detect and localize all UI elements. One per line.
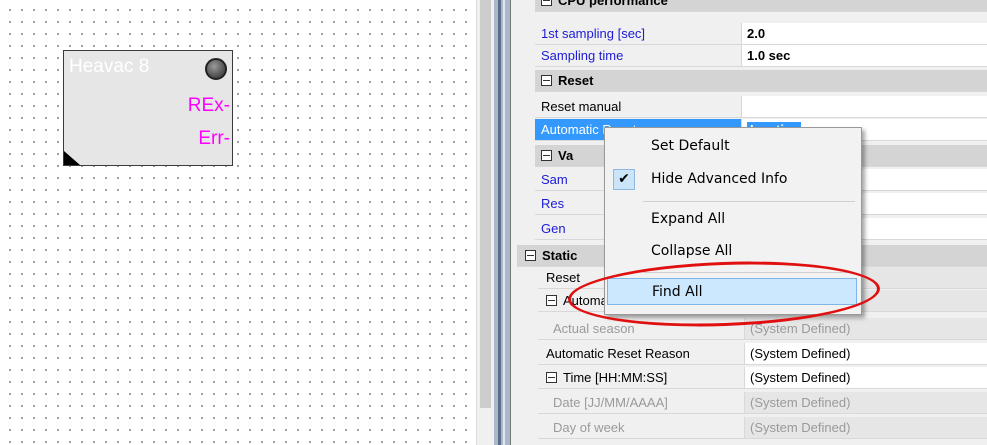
heavac-block[interactable]: Heavac 8 REx- Err- [63,50,233,166]
property-row[interactable]: Reset manual [535,96,987,118]
category-reset[interactable]: Reset [535,70,987,92]
property-row[interactable]: Time [HH:MM:SS] (System Defined) [538,367,987,389]
menu-item-set-default[interactable]: Set Default [607,133,857,160]
checkmark-icon: ✔ [613,169,635,190]
property-row[interactable]: Sampling time 1.0 sec [535,45,987,67]
collapse-icon[interactable] [546,372,557,384]
property-row[interactable]: Day of week (System Defined) [538,417,987,439]
port-rex[interactable]: REx- [188,95,230,117]
property-row[interactable]: Automatic Reset Reason (System Defined) [538,343,987,365]
category-cpu-performance[interactable]: CPU performance [535,0,987,12]
panel-splitter[interactable] [494,0,510,445]
resize-corner-icon[interactable] [64,151,80,165]
property-row[interactable]: Date [JJ/MM/AAAA] (System Defined) [538,392,987,414]
diagram-canvas[interactable]: Heavac 8 REx- Err- [0,0,476,445]
menu-item-expand-all[interactable]: Expand All [607,206,857,233]
collapse-icon[interactable] [525,250,536,262]
collapse-icon[interactable] [541,75,552,87]
port-err[interactable]: Err- [198,128,230,150]
collapse-icon[interactable] [541,0,552,7]
status-led-icon [205,58,227,80]
menu-item-hide-advanced-info[interactable]: ✔ Hide Advanced Info [607,166,857,193]
canvas-vertical-scrollbar[interactable] [476,0,494,445]
property-row[interactable]: 1st sampling [sec] 2.0 [535,23,987,45]
collapse-icon[interactable] [541,150,552,162]
scrollbar-thumb[interactable] [480,0,491,408]
block-title: Heavac 8 [69,56,150,77]
menu-separator [643,201,855,202]
expand-icon[interactable] [546,295,557,307]
